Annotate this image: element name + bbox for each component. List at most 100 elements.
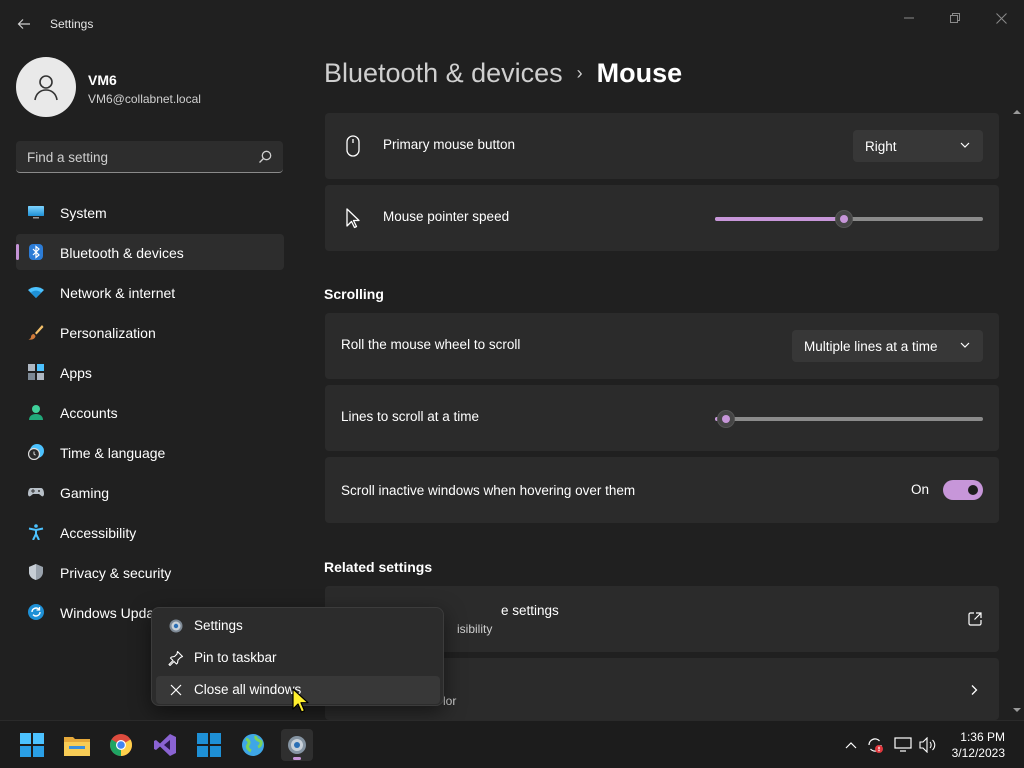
shield-icon xyxy=(29,564,43,580)
taskbar-globe-app[interactable] xyxy=(237,729,269,761)
sidebar-item-label: Bluetooth & devices xyxy=(60,245,184,261)
sidebar-item-label: Windows Upda xyxy=(60,605,155,621)
primary-mouse-button-card: Primary mouse button Right xyxy=(325,113,999,179)
sidebar-item-personalization[interactable]: Personalization xyxy=(16,314,284,350)
related-item-subtitle: lor xyxy=(443,694,457,708)
file-explorer-icon xyxy=(64,737,90,756)
sidebar-item-network[interactable]: Network & internet xyxy=(16,274,284,310)
slider-thumb[interactable] xyxy=(717,410,735,428)
sidebar-item-label: Accounts xyxy=(60,405,118,421)
user-icon xyxy=(34,75,58,101)
pointer-icon xyxy=(346,208,360,229)
scroll-down-arrow[interactable] xyxy=(1013,706,1021,714)
chrome-icon xyxy=(110,734,132,756)
sidebar-item-gaming[interactable]: Gaming xyxy=(16,474,284,510)
sidebar-item-label: Privacy & security xyxy=(60,565,172,581)
breadcrumb: Bluetooth & devices › Mouse xyxy=(324,58,682,89)
search-placeholder: Find a setting xyxy=(27,150,109,165)
brush-icon xyxy=(28,325,44,340)
chevron-up-icon xyxy=(845,742,857,749)
related-item-title: e settings xyxy=(501,603,559,618)
accounts-icon xyxy=(29,405,43,420)
maximize-icon xyxy=(950,13,960,23)
taskbar-store[interactable] xyxy=(193,729,225,761)
clock-time: 1:36 PM xyxy=(960,730,1005,744)
tray-volume[interactable] xyxy=(919,736,937,754)
mouse-pointer-speed-label: Mouse pointer speed xyxy=(383,209,510,224)
chevron-down-icon xyxy=(960,142,970,148)
taskbar-file-explorer[interactable] xyxy=(61,729,93,761)
store-icon xyxy=(197,733,221,757)
profile-name: VM6 xyxy=(88,72,117,88)
chevron-right-icon xyxy=(971,685,978,695)
sidebar-item-system[interactable]: System xyxy=(16,194,284,230)
context-menu-label: Close all windows xyxy=(194,682,302,697)
related-settings-header: Related settings xyxy=(324,559,433,575)
sidebar-item-apps[interactable]: Apps xyxy=(16,354,284,390)
scroll-inactive-label: Scroll inactive windows when hovering ov… xyxy=(341,483,636,498)
start-icon xyxy=(20,733,44,757)
sidebar-item-label: System xyxy=(60,205,107,221)
clock-date: 3/12/2023 xyxy=(951,746,1005,760)
gaming-icon xyxy=(28,488,44,497)
mouse-pointer-speed-slider[interactable] xyxy=(715,210,983,228)
sidebar-item-accounts[interactable]: Accounts xyxy=(16,394,284,430)
roll-wheel-value: Multiple lines at a time xyxy=(804,338,938,354)
scrolling-section-header: Scrolling xyxy=(324,286,384,302)
close-icon xyxy=(170,684,182,696)
pin-icon xyxy=(168,650,184,666)
sidebar-item-label: Gaming xyxy=(60,485,110,501)
sidebar-item-accessibility[interactable]: Accessibility xyxy=(16,514,284,550)
breadcrumb-separator: › xyxy=(576,63,583,83)
windows-update-icon xyxy=(28,604,44,620)
lines-to-scroll-slider[interactable] xyxy=(715,410,983,428)
primary-mouse-button-select[interactable]: Right xyxy=(853,130,983,162)
settings-gear-icon xyxy=(288,736,306,754)
tray-sync-status[interactable] xyxy=(866,736,884,754)
minimize-button[interactable] xyxy=(886,6,932,30)
maximize-button[interactable] xyxy=(932,6,978,30)
mouse-pointer-speed-card: Mouse pointer speed xyxy=(325,185,999,251)
sidebar-item-label: Personalization xyxy=(60,325,156,341)
globe-icon xyxy=(242,734,264,756)
page-title: Mouse xyxy=(596,58,683,88)
scroll-up-arrow[interactable] xyxy=(1013,108,1021,116)
title-bar: Settings xyxy=(0,0,1024,48)
close-button[interactable] xyxy=(978,6,1024,30)
context-menu-item-pin[interactable]: Pin to taskbar xyxy=(156,644,440,672)
taskbar: 1:36 PM 3/12/2023 xyxy=(0,720,1024,768)
sidebar-nav: System Bluetooth & devices Network & int… xyxy=(16,194,284,634)
scroll-inactive-card: Scroll inactive windows when hovering ov… xyxy=(325,457,999,523)
tray-overflow-button[interactable] xyxy=(842,736,860,754)
sidebar-item-bluetooth[interactable]: Bluetooth & devices xyxy=(16,234,284,270)
mouse-cursor-icon xyxy=(292,688,309,713)
volume-icon xyxy=(919,737,936,753)
taskbar-visual-studio[interactable] xyxy=(149,729,181,761)
taskbar-start-button[interactable] xyxy=(16,729,48,761)
sync-error-icon xyxy=(868,738,883,753)
lines-to-scroll-card: Lines to scroll at a time xyxy=(325,385,999,451)
tray-network[interactable] xyxy=(894,736,912,754)
search-input[interactable]: Find a setting xyxy=(16,141,283,173)
sidebar-item-time-language[interactable]: Time & language xyxy=(16,434,284,470)
context-menu-label: Pin to taskbar xyxy=(194,650,277,665)
context-menu-item-settings[interactable]: Settings xyxy=(156,612,440,640)
network-icon xyxy=(28,287,44,298)
app-title: Settings xyxy=(50,17,94,31)
roll-wheel-card: Roll the mouse wheel to scroll Multiple … xyxy=(325,313,999,379)
related-item-subtitle: isibility xyxy=(457,622,493,636)
caret-down-icon xyxy=(1013,708,1021,712)
roll-wheel-select[interactable]: Multiple lines at a time xyxy=(792,330,983,362)
sidebar-item-privacy[interactable]: Privacy & security xyxy=(16,554,284,590)
taskbar-chrome[interactable] xyxy=(105,729,137,761)
breadcrumb-parent-link[interactable]: Bluetooth & devices xyxy=(324,58,563,88)
primary-mouse-button-label: Primary mouse button xyxy=(383,137,516,152)
scroll-inactive-toggle[interactable] xyxy=(943,480,983,500)
taskbar-settings[interactable] xyxy=(281,729,313,761)
slider-thumb[interactable] xyxy=(835,210,853,228)
back-button[interactable] xyxy=(12,12,36,36)
gear-icon xyxy=(169,619,183,633)
toggle-state-label: On xyxy=(910,482,929,497)
avatar xyxy=(16,57,76,117)
minimize-icon xyxy=(904,17,914,19)
